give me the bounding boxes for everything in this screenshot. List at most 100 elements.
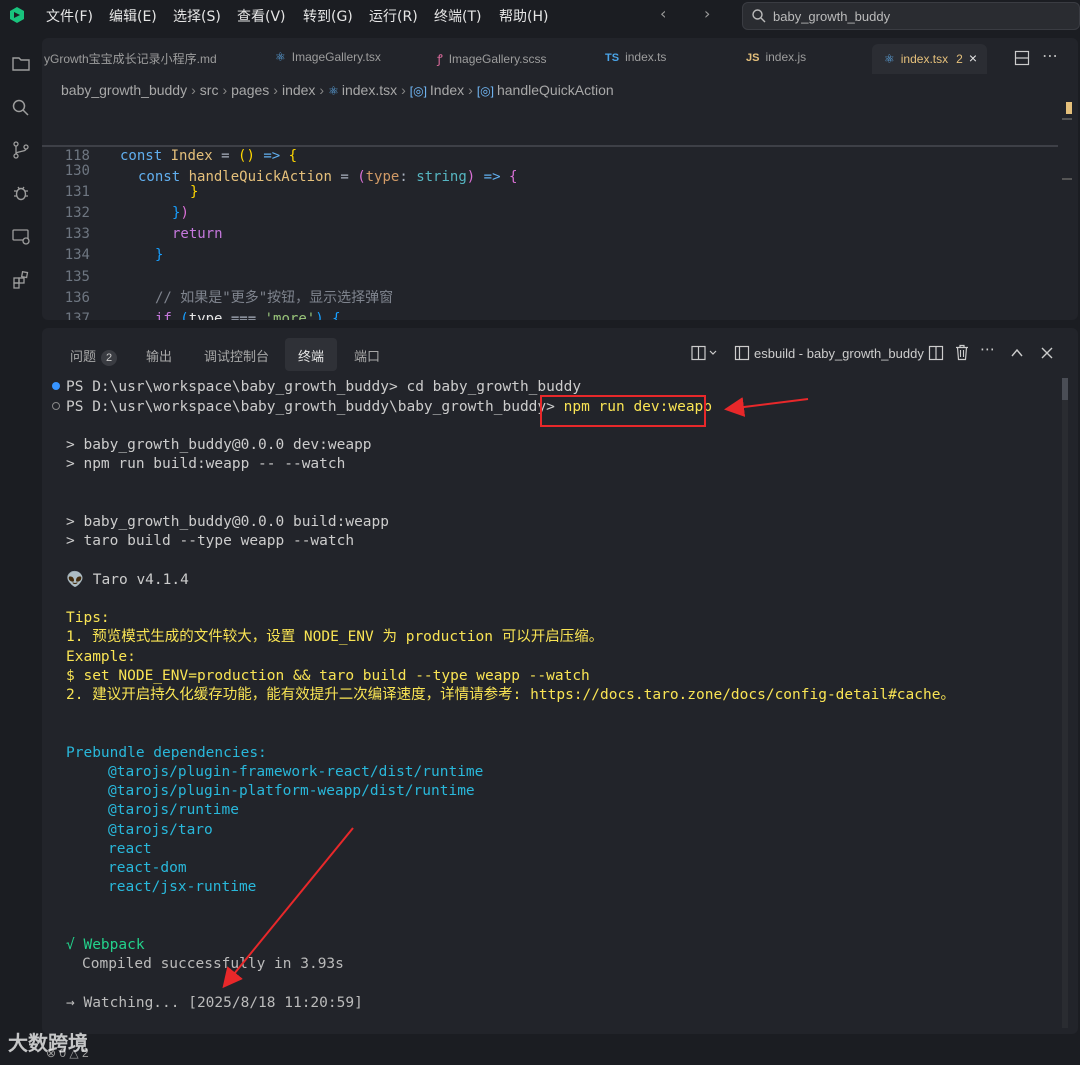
tab-index-tsx[interactable]: ⚛ index.tsx 2 × <box>872 44 987 74</box>
terminal-line: Example: <box>66 649 136 665</box>
dependency-item: @tarojs/runtime <box>108 802 239 818</box>
code-line[interactable]: 137 handleShowMoreOptions() <box>42 288 1058 320</box>
menu-go[interactable]: 转到(G) <box>303 6 353 26</box>
search-icon[interactable] <box>11 98 31 118</box>
command-search[interactable] <box>742 2 1080 30</box>
react-icon: ⚛ <box>275 50 286 64</box>
tab-output[interactable]: 输出 <box>146 346 172 365</box>
code-text: const handleQuickAction = (type: string)… <box>138 169 518 185</box>
terminal-line: Prebundle dependencies: <box>66 745 267 761</box>
status-bar: ⊗ 0 △ 2 <box>0 1040 1080 1065</box>
maximize-panel-icon[interactable] <box>1010 346 1024 360</box>
tab-label: 问题 <box>70 349 97 364</box>
trash-icon[interactable] <box>954 344 970 361</box>
annotation-highlight-box <box>540 395 706 427</box>
breadcrumb-item[interactable]: handleQuickAction <box>497 82 614 98</box>
sass-icon: ꝭ <box>437 52 443 66</box>
chevron-right-icon: › <box>222 82 228 98</box>
tab-problem-count: 2 <box>956 52 963 66</box>
close-panel-icon[interactable] <box>1040 346 1054 360</box>
editor-tabs: yGrowth宝宝成长记录小程序.md ⚛ ImageGallery.tsx ꝭI… <box>42 38 1078 78</box>
menu-view[interactable]: 查看(V) <box>237 6 286 26</box>
nav-forward-icon[interactable]: › <box>704 4 710 23</box>
terminal-line: > npm run build:weapp -- --watch <box>66 456 346 472</box>
source-control-icon[interactable] <box>11 140 31 160</box>
split-editor-icon[interactable] <box>1014 50 1030 66</box>
more-actions-icon[interactable]: ⋯ <box>1042 46 1058 65</box>
menu-help[interactable]: 帮助(H) <box>499 6 548 26</box>
remote-explorer-icon[interactable] <box>11 227 31 247</box>
menu-file[interactable]: 文件(F) <box>46 6 93 26</box>
scrollbar-thumb[interactable] <box>1062 378 1068 400</box>
menu-selection[interactable]: 选择(S) <box>173 6 221 26</box>
terminal-line: $ set NODE_ENV=production && taro build … <box>66 668 590 684</box>
tab-readme-md[interactable]: yGrowth宝宝成长记录小程序.md <box>44 50 217 67</box>
tab-index-ts[interactable]: TS index.ts <box>605 50 666 64</box>
search-icon <box>752 9 766 23</box>
menu-run[interactable]: 运行(R) <box>369 6 418 26</box>
close-icon[interactable]: × <box>969 50 977 66</box>
tab-index-js[interactable]: JS index.js <box>746 50 806 64</box>
chevron-right-icon: › <box>273 82 278 98</box>
breadcrumb-item[interactable]: pages <box>231 82 269 98</box>
dependency-item: react-dom <box>108 860 187 876</box>
dependency-item: @tarojs/taro <box>108 822 213 838</box>
line-number: 137 <box>64 311 90 320</box>
tab-label: ImageGallery.tsx <box>291 50 381 64</box>
code-text: if (type === 'more') { <box>155 309 341 320</box>
search-input[interactable] <box>773 7 1063 25</box>
code-line[interactable]: 136 if (type === 'more') { <box>42 267 1058 320</box>
tab-debug-console[interactable]: 调试控制台 <box>204 346 269 365</box>
new-terminal-layout-icon[interactable] <box>691 345 719 361</box>
explorer-icon[interactable] <box>11 54 31 74</box>
tab-ports[interactable]: 端口 <box>354 346 380 365</box>
breadcrumb: baby_growth_buddy › src › pages › index › ⚛ index… <box>61 82 614 98</box>
terminal-line: 👽 Taro v4.1.4 <box>66 571 189 590</box>
menu-edit[interactable]: 编辑(E) <box>109 6 157 26</box>
terminal-line: > baby_growth_buddy@0.0.0 build:weapp <box>66 514 390 530</box>
tab-terminal[interactable]: 终端 <box>285 338 338 371</box>
chevron-right-icon: › <box>319 82 325 98</box>
breadcrumb-item[interactable]: index <box>282 82 315 98</box>
tab-imagegallery-scss[interactable]: ꝭ ImageGallery.scss <box>437 50 547 67</box>
javascript-icon: JS <box>746 52 760 64</box>
nav-back-icon[interactable]: ‹ <box>660 4 666 23</box>
ps-prompt: PS D:\usr\workspace\baby_growth_buddy> <box>66 379 398 395</box>
code-line[interactable]: 133 } <box>42 203 1058 263</box>
tab-label: ImageGallery.scss <box>448 52 547 66</box>
breadcrumb-item[interactable]: index.tsx <box>342 82 397 98</box>
split-terminal-icon[interactable] <box>928 345 944 361</box>
code-line[interactable]: 134 <box>42 224 1058 263</box>
terminal-name[interactable]: esbuild - baby_growth_buddy <box>754 346 924 361</box>
editor-scrollbar[interactable] <box>1062 98 1072 320</box>
breadcrumb-item[interactable]: Index <box>430 82 464 98</box>
more-actions-icon[interactable]: ⋯ <box>980 340 995 358</box>
command-success-dot[interactable] <box>52 382 60 390</box>
sticky-line[interactable]: 118 const handleQuickAction = (type: str… <box>42 125 1058 185</box>
code-line[interactable]: 135 // 如果是"更多"按钮，显示选择弹窗 <box>42 246 1058 306</box>
menu-terminal[interactable]: 终端(T) <box>434 6 481 26</box>
terminal-scrollbar[interactable] <box>1062 378 1068 1028</box>
ps-command: cd baby_growth_buddy <box>397 379 582 395</box>
tab-problems[interactable]: 问题 2 <box>70 346 118 366</box>
line-number: 118 <box>64 148 90 164</box>
terminal-line: Tips: <box>66 610 110 626</box>
problems-badge: 2 <box>101 350 118 366</box>
terminal-line: Compiled successfully in 3.93s <box>82 956 344 972</box>
string-literal: 'more' <box>264 311 316 320</box>
breadcrumb-item[interactable]: src <box>200 82 219 98</box>
debug-icon[interactable] <box>11 183 31 203</box>
symbol-variable-icon: [◎] <box>409 84 427 98</box>
command-running-dot[interactable] <box>52 402 60 410</box>
activity-bar <box>0 32 42 1065</box>
dependency-item: @tarojs/plugin-platform-weapp/dist/runti… <box>108 783 475 799</box>
sticky-line[interactable]: 17 const Index = () => { <box>42 104 1058 164</box>
taro-version: Taro v4.1.4 <box>84 572 189 588</box>
app-logo-icon[interactable] <box>8 6 26 24</box>
tab-imagegallery-tsx[interactable]: ⚛ ImageGallery.tsx <box>275 50 381 64</box>
alien-icon: 👽 <box>66 572 85 588</box>
extensions-icon[interactable] <box>11 270 31 290</box>
terminal-line: 1. 预览模式生成的文件较大，设置 NODE_ENV 为 production … <box>66 629 604 645</box>
breadcrumb-item[interactable]: baby_growth_buddy <box>61 82 187 98</box>
symbol-variable-icon: [◎] <box>476 84 494 98</box>
